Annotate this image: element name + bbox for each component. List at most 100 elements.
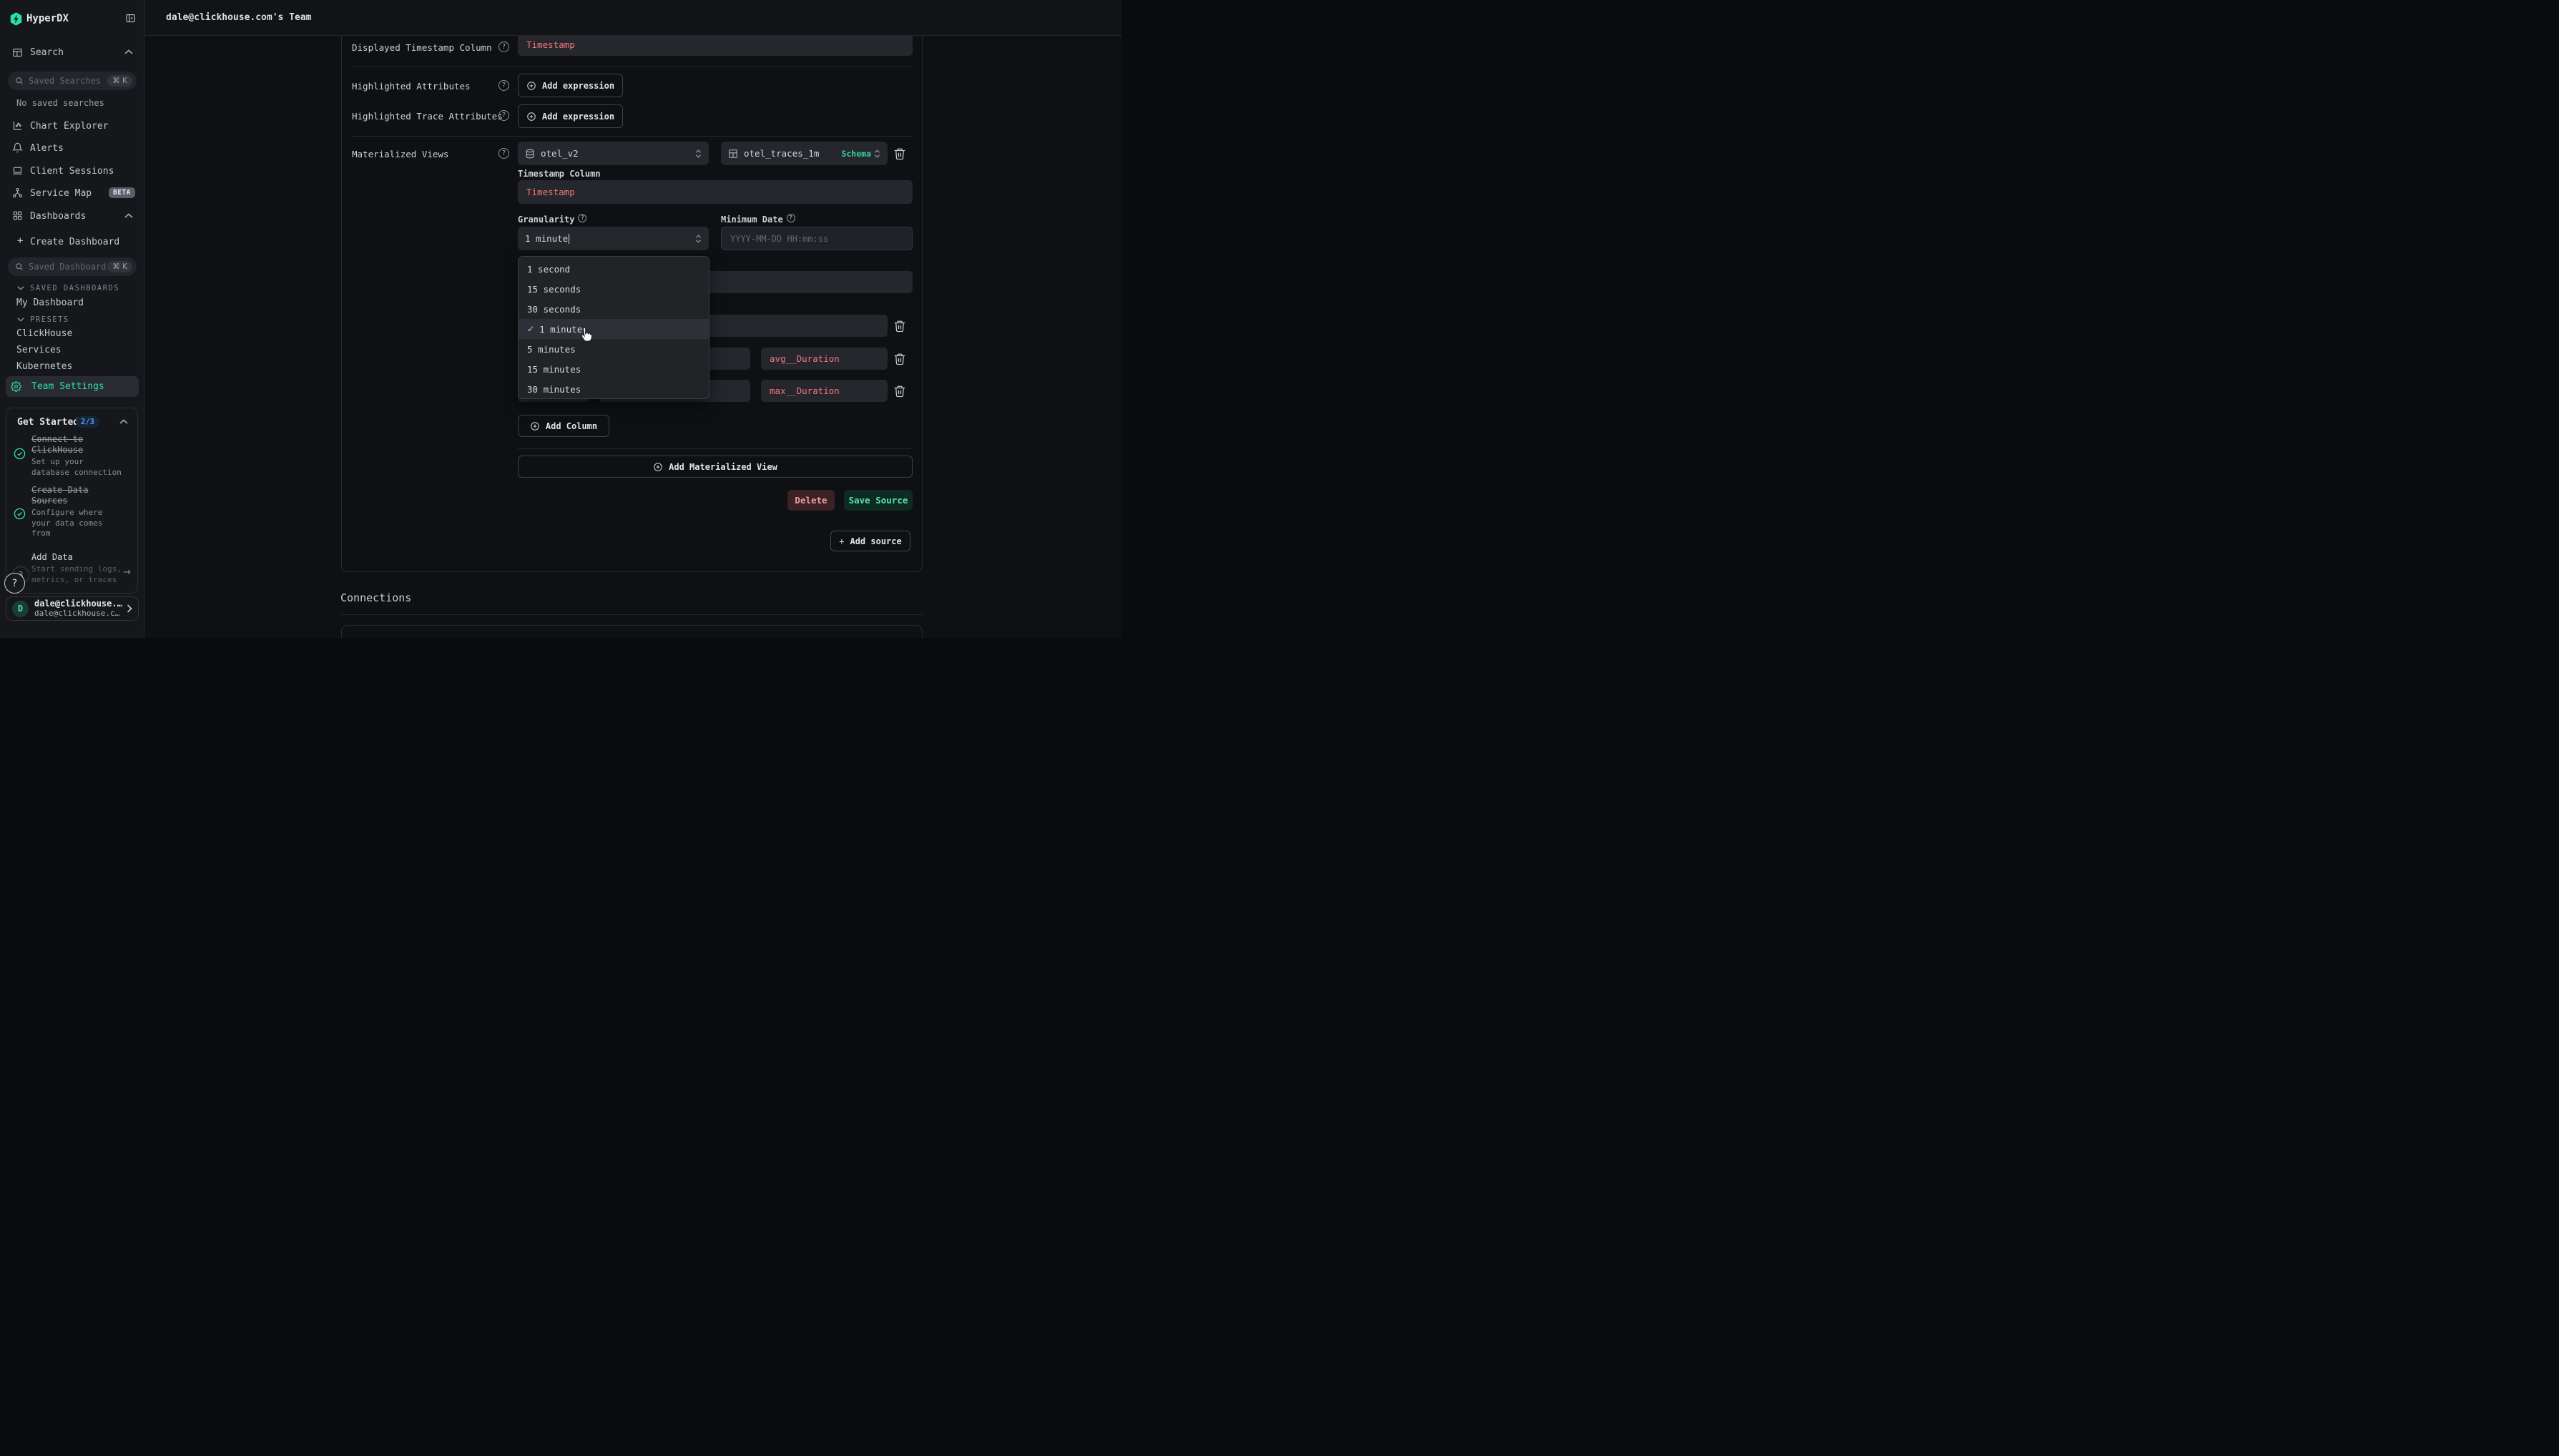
sidebar-item-dashboards[interactable]: Dashboards xyxy=(30,211,86,222)
help-icon[interactable]: ? xyxy=(498,80,509,91)
select-chevrons-icon xyxy=(874,149,880,159)
add-materialized-view-button[interactable]: Add Materialized View xyxy=(518,456,913,478)
granularity-option[interactable]: 5 minutes xyxy=(519,339,709,359)
chevron-up-icon[interactable] xyxy=(124,213,133,219)
circle-plus-icon xyxy=(530,421,540,431)
divider xyxy=(352,136,913,137)
service-map-icon xyxy=(12,187,23,201)
circle-plus-icon xyxy=(653,462,663,472)
plus-icon: + xyxy=(17,235,23,247)
user-profile-button[interactable]: D dale@clickhouse.… dale@clickhouse.c… xyxy=(6,596,139,621)
granularity-option[interactable]: 30 minutes xyxy=(519,379,709,399)
database-icon xyxy=(525,149,535,159)
team-settings-label: Team Settings xyxy=(31,381,104,392)
granularity-option[interactable]: 15 minutes xyxy=(519,359,709,379)
help-icon[interactable]: ? xyxy=(498,110,509,121)
check-circle-icon xyxy=(14,508,26,520)
granularity-select[interactable]: 1 minute xyxy=(518,227,709,250)
sidebar-item-search[interactable]: Search xyxy=(30,47,64,58)
search-section-icon xyxy=(12,47,23,61)
add-source-button[interactable]: + Add source xyxy=(830,531,910,551)
group-saved-dashboards[interactable]: SAVED DASHBOARDS xyxy=(30,284,119,292)
group-presets[interactable]: PRESETS xyxy=(30,315,69,324)
timestamp-column-input[interactable]: Timestamp xyxy=(518,180,913,204)
chevron-up-icon[interactable] xyxy=(119,419,128,425)
help-icon[interactable]: ? xyxy=(498,41,509,52)
get-started-step-2[interactable]: Create Data Sources xyxy=(31,485,100,506)
minimum-date-input[interactable]: YYYY-MM-DD HH:mm:ss xyxy=(721,227,913,250)
sidebar-item-client-sessions[interactable]: Client Sessions xyxy=(30,166,114,177)
no-saved-searches-text: No saved searches xyxy=(16,98,104,108)
granularity-option[interactable]: 30 seconds xyxy=(519,299,709,319)
get-started-step-1[interactable]: Connect to ClickHouse xyxy=(31,434,100,456)
progress-badge: 2/3 xyxy=(76,416,99,428)
saved-searches-placeholder: Saved Searches xyxy=(29,76,107,86)
saved-dashboards-input[interactable]: Saved Dashboards ⌘ K xyxy=(8,257,137,276)
select-chevrons-icon xyxy=(695,234,702,244)
help-icon[interactable]: ? xyxy=(787,214,795,222)
get-started-step-3-desc: Start sending logs, metrics, or traces xyxy=(31,564,126,585)
sidebar-item-services[interactable]: Services xyxy=(16,345,62,355)
materialized-table-select[interactable]: otel_traces_1m Schema xyxy=(721,142,888,165)
timestamp-column-label: Timestamp Column xyxy=(518,169,601,179)
chevron-down-icon[interactable] xyxy=(17,285,24,290)
divider xyxy=(518,448,913,449)
add-expression-button[interactable]: Add expression xyxy=(518,104,623,128)
chevron-up-icon[interactable] xyxy=(124,49,133,55)
shortcut-badge: ⌘ K xyxy=(107,75,132,87)
delete-row-icon[interactable] xyxy=(893,320,906,333)
delete-materialized-view-icon[interactable] xyxy=(893,147,906,160)
add-column-button[interactable]: Add Column xyxy=(518,415,609,437)
divider xyxy=(341,614,923,615)
select-chevrons-icon xyxy=(695,149,702,159)
delete-row-icon[interactable] xyxy=(893,385,906,398)
client-sessions-icon xyxy=(12,165,23,179)
topbar: dale@clickhouse.com's Team xyxy=(144,0,1121,36)
sidebar-item-my-dashboard[interactable]: My Dashboard xyxy=(16,297,84,308)
circle-plus-icon xyxy=(526,112,536,122)
plus-icon: + xyxy=(839,536,844,546)
save-source-button[interactable]: Save Source xyxy=(844,490,913,511)
sidebar-item-clickhouse[interactable]: ClickHouse xyxy=(16,328,72,339)
help-icon[interactable]: ? xyxy=(498,148,509,159)
create-dashboard-button[interactable]: Create Dashboard xyxy=(30,237,119,247)
shortcut-badge: ⌘ K xyxy=(107,261,132,272)
sidebar-item-chart-explorer[interactable]: Chart Explorer xyxy=(30,121,109,132)
arrow-right-icon: → xyxy=(123,567,131,578)
sidebar-item-kubernetes[interactable]: Kubernetes xyxy=(16,361,72,372)
avatar: D xyxy=(12,601,29,617)
delete-source-button[interactable]: Delete xyxy=(787,490,835,511)
sidebar-item-team-settings[interactable]: Team Settings xyxy=(6,376,139,397)
sidebar-item-alerts[interactable]: Alerts xyxy=(30,143,64,154)
get-started-step-1-desc: Set up your database connection xyxy=(31,457,126,478)
check-circle-icon xyxy=(14,448,26,460)
granularity-option-selected[interactable]: ✓ 1 minute xyxy=(519,319,709,339)
saved-searches-input[interactable]: Saved Searches ⌘ K xyxy=(8,72,137,90)
user-email: dale@clickhouse.c… xyxy=(34,609,122,618)
materialized-views-label: Materialized Views xyxy=(352,149,448,159)
granularity-option[interactable]: 1 second xyxy=(519,259,709,279)
help-button[interactable]: ? xyxy=(4,573,25,594)
alerts-bell-icon xyxy=(12,142,23,156)
displayed-timestamp-input[interactable]: Timestamp xyxy=(518,36,913,56)
delete-row-icon[interactable] xyxy=(893,353,906,365)
chevron-right-icon xyxy=(127,604,132,613)
get-started-step-3[interactable]: Add Data xyxy=(31,552,100,563)
saved-dashboards-placeholder: Saved Dashboards xyxy=(29,262,107,272)
granularity-label: Granularity? xyxy=(518,215,586,225)
add-expression-button[interactable]: Add expression xyxy=(518,74,623,97)
chevron-down-icon[interactable] xyxy=(17,317,24,322)
collapse-sidebar-icon[interactable] xyxy=(125,13,136,24)
sidebar-item-service-map[interactable]: Service Map xyxy=(30,188,92,199)
search-icon xyxy=(15,262,24,271)
connections-heading: Connections xyxy=(340,591,411,604)
granularity-option[interactable]: 15 seconds xyxy=(519,279,709,299)
help-icon[interactable]: ? xyxy=(578,214,586,222)
get-started-title: Get Started xyxy=(17,417,79,428)
schema-link[interactable]: Schema xyxy=(841,149,871,159)
materialized-view-select[interactable]: otel_v2 xyxy=(518,142,709,165)
dashboards-icon xyxy=(12,210,23,224)
minimum-date-label: Minimum Date? xyxy=(721,215,795,225)
column-alias-input[interactable]: avg__Duration xyxy=(761,348,888,370)
column-alias-input[interactable]: max__Duration xyxy=(761,380,888,402)
